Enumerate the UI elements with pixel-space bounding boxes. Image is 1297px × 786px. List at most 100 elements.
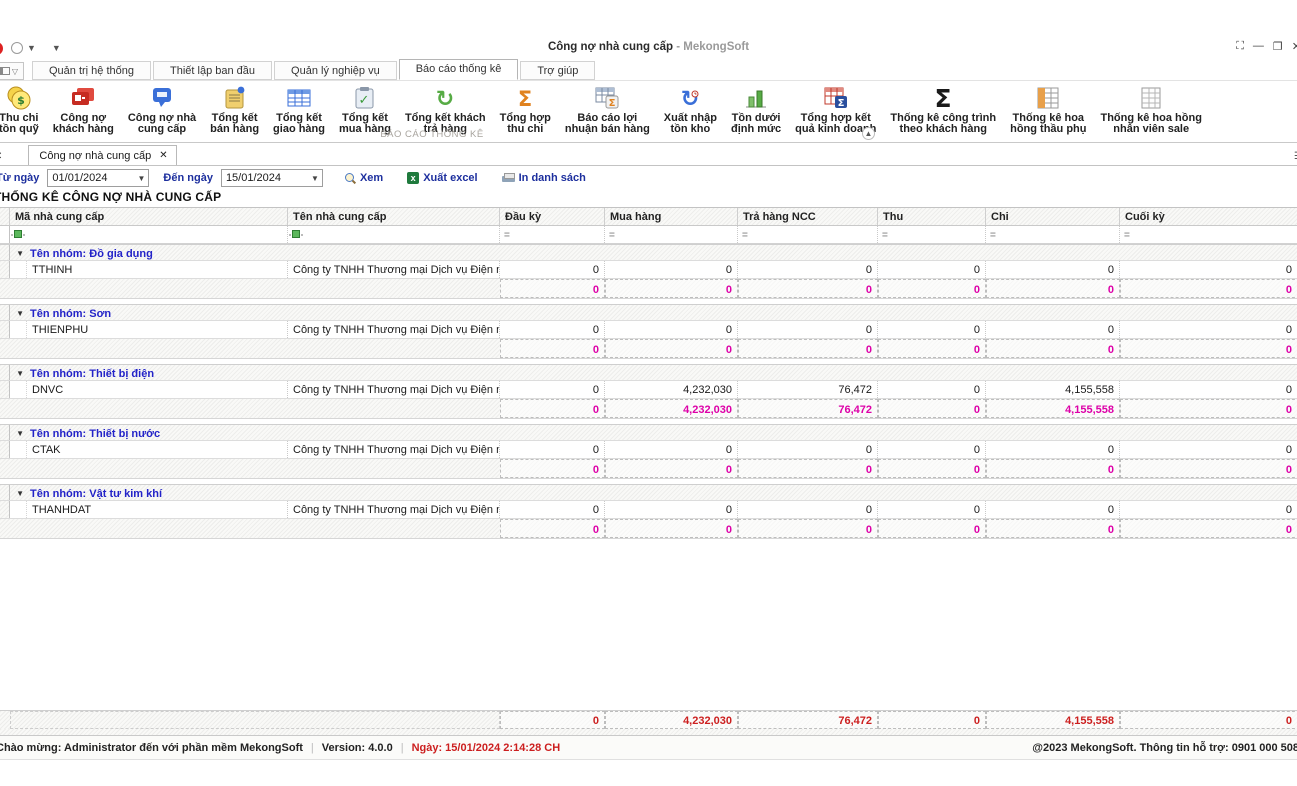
value-cell[interactable]: 76,472 (738, 381, 878, 398)
supplier-debt-grid: Mã nhà cung cấpTên nhà cung cấpĐầu kỳMua… (0, 207, 1297, 736)
value-cell[interactable]: 0 (738, 261, 878, 278)
value-cell[interactable]: 0 (605, 321, 738, 338)
group-name[interactable]: Tên nhóm: Đồ gia dụng (24, 245, 153, 260)
collapse-group-icon[interactable]: ▼ (10, 425, 24, 440)
ribbon-tab[interactable]: Báo cáo thống kê (399, 59, 519, 80)
value-cell[interactable]: 0 (986, 501, 1120, 518)
value-cell[interactable]: 0 (738, 501, 878, 518)
ribbon-tab[interactable]: Trợ giúp (520, 61, 595, 80)
value-cell[interactable]: 0 (878, 381, 986, 398)
to-date-combo[interactable]: 15/01/2024 ▼ (221, 169, 323, 187)
value-cell[interactable]: 0 (878, 261, 986, 278)
value-cell[interactable]: 0 (500, 501, 605, 518)
supplier-code-cell[interactable]: TTHINH (27, 261, 288, 278)
print-list-button[interactable]: In danh sách (494, 172, 594, 184)
column-header[interactable]: Mã nhà cung cấp (10, 208, 288, 225)
collapse-group-icon[interactable]: ▼ (10, 305, 24, 320)
supplier-code-cell[interactable]: THANHDAT (27, 501, 288, 518)
value-cell[interactable]: 4,232,030 (605, 381, 738, 398)
value-cell[interactable]: 4,155,558 (986, 381, 1120, 398)
collapse-group-icon[interactable]: ▼ (10, 365, 24, 380)
supplier-name-cell[interactable]: Công ty TNHH Thương mại Dịch vụ Điện nướ… (288, 441, 500, 458)
filter-cell[interactable]: = (738, 226, 878, 243)
text-filter-icon[interactable] (292, 230, 300, 238)
svg-text:Σ: Σ (518, 87, 532, 111)
supplier-name-cell[interactable]: Công ty TNHH Thương mại Dịch vụ Điện nướ… (288, 501, 500, 518)
fit-screen-icon[interactable]: ⛶ (1236, 40, 1244, 53)
text-filter-icon[interactable] (14, 230, 22, 238)
ribbon-tab[interactable]: Thiết lập ban đầu (153, 61, 272, 80)
filter-cell[interactable] (288, 226, 500, 243)
group-name[interactable]: Tên nhóm: Thiết bị nước (24, 425, 160, 440)
view-button[interactable]: Xem (337, 172, 391, 184)
equals-filter-icon[interactable]: = (742, 230, 748, 241)
value-cell[interactable]: 0 (738, 441, 878, 458)
column-header[interactable]: Trả hàng NCC (738, 208, 878, 225)
value-cell[interactable]: 0 (1120, 381, 1297, 398)
column-header[interactable]: Chi (986, 208, 1120, 225)
column-header[interactable]: Thu (878, 208, 986, 225)
filter-cell[interactable]: = (986, 226, 1120, 243)
value-cell[interactable]: 0 (500, 321, 605, 338)
supplier-name-cell[interactable]: Công ty TNHH Thương mại Dịch vụ Điện nướ… (288, 261, 500, 278)
value-cell[interactable]: 0 (605, 441, 738, 458)
supplier-code-cell[interactable]: DNVC (27, 381, 288, 398)
value-cell[interactable]: 0 (1120, 321, 1297, 338)
export-excel-button[interactable]: x Xuất excel (399, 172, 485, 184)
equals-filter-icon[interactable]: = (504, 230, 510, 241)
subtotal-value-cell: 0 (878, 399, 986, 418)
tab-cong-no-nha-cung-cap[interactable]: Công nợ nhà cung cấp ✕ (28, 145, 176, 165)
app-menu-button[interactable]: ▽ (0, 62, 24, 80)
filter-cell[interactable]: = (605, 226, 738, 243)
value-cell[interactable]: 0 (500, 261, 605, 278)
collapse-group-icon[interactable]: ▼ (10, 485, 24, 500)
value-cell[interactable]: 0 (1120, 441, 1297, 458)
group-name[interactable]: Tên nhóm: Sơn (24, 305, 111, 320)
filter-cell[interactable]: = (500, 226, 605, 243)
equals-filter-icon[interactable]: = (609, 230, 615, 241)
ribbon-tab[interactable]: Quản lý nghiệp vụ (274, 61, 397, 80)
minimize-icon[interactable]: — (1253, 40, 1264, 53)
row-indicator (0, 485, 10, 500)
view-button-label: Xem (360, 172, 383, 184)
value-cell[interactable]: 0 (878, 501, 986, 518)
value-cell[interactable]: 0 (605, 261, 738, 278)
equals-filter-icon[interactable]: = (990, 230, 996, 241)
coins-icon: $ (4, 84, 34, 112)
equals-filter-icon[interactable]: = (1124, 230, 1130, 241)
collapse-group-icon[interactable]: ▼ (10, 245, 24, 260)
value-cell[interactable]: 0 (1120, 501, 1297, 518)
column-header[interactable]: Tên nhà cung cấp (288, 208, 500, 225)
close-tab-icon[interactable]: ✕ (0, 151, 2, 162)
value-cell[interactable]: 0 (878, 441, 986, 458)
supplier-code-cell[interactable]: THIENPHU (27, 321, 288, 338)
value-cell[interactable]: 0 (986, 321, 1120, 338)
value-cell[interactable]: 0 (878, 321, 986, 338)
value-cell[interactable]: 0 (986, 261, 1120, 278)
close-icon[interactable]: ✕ (1292, 40, 1297, 53)
value-cell[interactable]: 0 (738, 321, 878, 338)
supplier-name-cell[interactable]: Công ty TNHH Thương mại Dịch vụ Điện nướ… (288, 381, 500, 398)
filter-cell[interactable] (10, 226, 288, 243)
ribbon-collapse-icon[interactable]: ▲ (862, 127, 875, 140)
value-cell[interactable]: 0 (1120, 261, 1297, 278)
column-header[interactable]: Đầu kỳ (500, 208, 605, 225)
supplier-name-cell[interactable]: Công ty TNHH Thương mại Dịch vụ Điện nướ… (288, 321, 500, 338)
group-name[interactable]: Tên nhóm: Vật tư kim khí (24, 485, 162, 500)
supplier-code-cell[interactable]: CTAK (27, 441, 288, 458)
value-cell[interactable]: 0 (605, 501, 738, 518)
column-header[interactable]: Cuối kỳ (1120, 208, 1297, 225)
value-cell[interactable]: 0 (500, 381, 605, 398)
group-name[interactable]: Tên nhóm: Thiết bị điện (24, 365, 154, 380)
filter-cell[interactable]: = (1120, 226, 1297, 243)
ribbon-tab[interactable]: Quản trị hệ thống (32, 61, 151, 80)
equals-filter-icon[interactable]: = (882, 230, 888, 241)
restore-icon[interactable]: ❐ (1273, 40, 1283, 53)
value-cell[interactable]: 0 (500, 441, 605, 458)
filter-cell[interactable]: = (878, 226, 986, 243)
close-icon[interactable]: ✕ (159, 150, 167, 161)
column-header[interactable]: Mua hàng (605, 208, 738, 225)
from-date-combo[interactable]: 01/01/2024 ▼ (47, 169, 149, 187)
value-cell[interactable]: 0 (986, 441, 1120, 458)
clipboard-check-icon: ✓ (350, 84, 380, 112)
